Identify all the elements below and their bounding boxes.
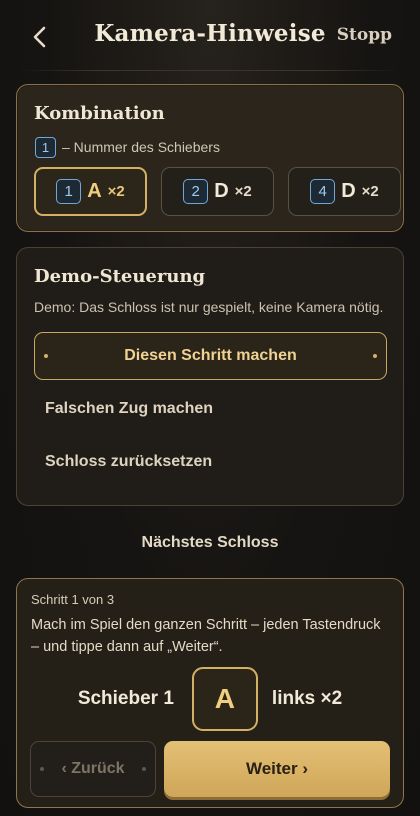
combination-step-2[interactable]: 2 D ×2 xyxy=(161,167,274,216)
step-multiplier: ×2 xyxy=(234,183,252,200)
next-step-button[interactable]: Weiter › xyxy=(164,741,390,797)
key-box: A xyxy=(191,667,258,731)
direction-label: links ×2 xyxy=(271,688,343,709)
slider-number-badge: 4 xyxy=(310,179,336,204)
combination-steps: 1 A ×2 2 D ×2 4 D ×2 xyxy=(34,167,401,216)
next-step-label: Weiter › xyxy=(245,759,309,778)
previous-step-button[interactable]: ‹ Zurück xyxy=(30,741,156,797)
decor-dot xyxy=(40,767,44,771)
slider-label: Schieber 1 xyxy=(77,688,174,709)
combination-title: Kombination xyxy=(34,103,165,124)
do-step-label: Diesen Schritt machen xyxy=(124,347,297,364)
combination-step-3[interactable]: 4 D ×2 xyxy=(288,167,401,216)
reset-lock-button[interactable]: Schloss zurücksetzen xyxy=(45,453,212,471)
decor-dot xyxy=(44,354,48,358)
slider-number-badge: 1 xyxy=(56,179,82,204)
previous-step-label: ‹ Zurück xyxy=(61,760,125,777)
next-lock-button[interactable]: Nächstes Schloss xyxy=(0,534,420,552)
demo-title: Demo-Steuerung xyxy=(34,266,206,287)
combination-step-1[interactable]: 1 A ×2 xyxy=(34,167,147,216)
decor-dot xyxy=(142,767,146,771)
slider-number-badge: 2 xyxy=(183,179,209,204)
step-action: Schieber 1 A links ×2 xyxy=(17,667,403,731)
step-letter: D xyxy=(214,180,229,202)
do-step-button[interactable]: Diesen Schritt machen xyxy=(34,332,387,380)
legend-number-badge: 1 xyxy=(35,136,56,158)
decor-dot xyxy=(373,354,377,358)
step-counter: Schritt 1 von 3 xyxy=(31,592,115,607)
combination-legend: 1 – Nummer des Schiebers xyxy=(35,136,220,158)
step-letter: A xyxy=(87,180,102,202)
legend-text: – Nummer des Schiebers xyxy=(62,139,220,155)
step-multiplier: ×2 xyxy=(361,183,379,200)
demo-note: Demo: Das Schloss ist nur gespielt, kein… xyxy=(34,299,384,315)
header-divider xyxy=(20,70,400,71)
combination-card: Kombination 1 – Nummer des Schiebers 1 A… xyxy=(16,84,404,232)
step-instructions: Mach im Spiel den ganzen Schritt – jeden… xyxy=(31,617,381,655)
step-letter: D xyxy=(341,180,356,202)
demo-controls-card: Demo-Steuerung Demo: Das Schloss ist nur… xyxy=(16,247,404,506)
wrong-move-button[interactable]: Falschen Zug machen xyxy=(45,400,213,418)
step-card: Schritt 1 von 3 Mach im Spiel den ganzen… xyxy=(16,578,404,808)
stop-button[interactable]: Stopp xyxy=(337,25,392,45)
step-multiplier: ×2 xyxy=(107,183,125,200)
header: Kamera-Hinweise Stopp xyxy=(0,0,420,72)
